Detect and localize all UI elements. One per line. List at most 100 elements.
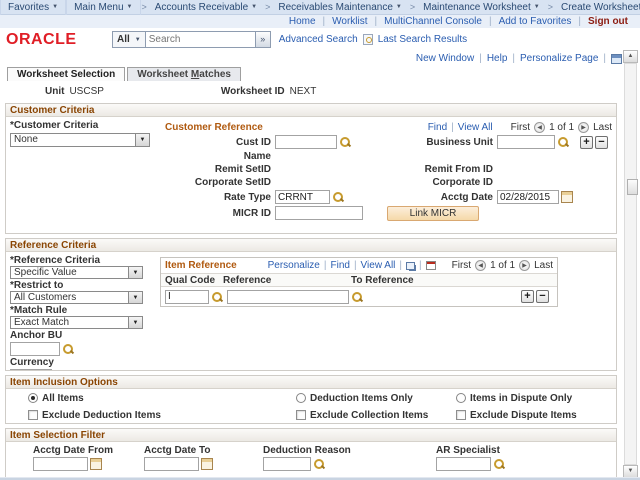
tab-worksheet-selection[interactable]: Worksheet Selection: [7, 67, 125, 81]
checkbox-exclude-dispute-items[interactable]: Exclude Dispute Items: [456, 410, 577, 421]
multichannel-console-link[interactable]: MultiChannel Console: [384, 16, 482, 27]
last-search-results-link[interactable]: Last Search Results: [378, 34, 468, 45]
lookup-icon[interactable]: [211, 291, 223, 303]
lookup-icon[interactable]: [62, 343, 74, 355]
radio-icon[interactable]: [456, 393, 466, 403]
deduction-reason-input[interactable]: [263, 457, 311, 471]
acctg-date-to-input[interactable]: [144, 457, 199, 471]
customer-criteria-label: *Customer Criteria: [10, 120, 98, 131]
restrict-to-select[interactable]: All Customers▼: [10, 291, 143, 304]
radio-selected-icon[interactable]: [28, 393, 38, 403]
checkbox-icon[interactable]: [28, 410, 38, 420]
search-input[interactable]: [146, 31, 256, 48]
search-go-button[interactable]: »: [256, 31, 271, 48]
scrollbar-track[interactable]: [624, 63, 637, 465]
currency-input[interactable]: [10, 369, 52, 371]
add-row-button[interactable]: +: [521, 290, 534, 303]
checkbox-label: Exclude Collection Items: [310, 410, 428, 421]
scrollbar-thumb[interactable]: [627, 179, 638, 195]
chevron-down-icon: ▼: [396, 4, 402, 10]
acctg-date-to-fieldwrap: [144, 457, 263, 471]
last-search-results-icon: [363, 34, 373, 45]
scroll-up-arrow[interactable]: ▲: [623, 50, 638, 63]
ar-specialist-input[interactable]: [436, 457, 491, 471]
add-row-button[interactable]: +: [580, 136, 593, 149]
add-to-favorites-link[interactable]: Add to Favorites: [499, 16, 572, 27]
calendar-icon[interactable]: [201, 458, 213, 470]
delete-row-button[interactable]: −: [595, 136, 608, 149]
help-link[interactable]: Help: [487, 53, 508, 64]
zoom-grid-icon[interactable]: [406, 262, 415, 270]
breadcrumb-separator: >: [141, 2, 148, 12]
previous-row-icon[interactable]: ◀: [534, 122, 545, 133]
calendar-icon[interactable]: [90, 458, 102, 470]
customer-criteria-select[interactable]: None▼: [10, 133, 150, 147]
checkbox-icon[interactable]: [296, 410, 306, 420]
home-link[interactable]: Home: [289, 16, 316, 27]
lookup-icon[interactable]: [557, 136, 569, 148]
new-window-link[interactable]: New Window: [416, 53, 474, 64]
first-label: First: [452, 260, 471, 271]
personalize-page-link[interactable]: Personalize Page: [520, 53, 598, 64]
grid-header: Item Reference Personalize | Find | View…: [161, 258, 557, 273]
acctg-date-input[interactable]: [497, 190, 559, 204]
micr-id-input[interactable]: [275, 206, 363, 220]
divider: |: [323, 16, 326, 27]
anchor-bu-input[interactable]: [10, 342, 60, 356]
to-reference-column-header: To Reference: [351, 275, 553, 286]
find-link[interactable]: Find: [428, 122, 447, 133]
business-unit-input[interactable]: [497, 135, 555, 149]
next-row-icon[interactable]: ▶: [578, 122, 589, 133]
tab-worksheet-matches[interactable]: Worksheet Matches: [127, 67, 241, 81]
crumb-accounts-receivable[interactable]: Accounts Receivable▼: [148, 0, 264, 15]
view-all-link[interactable]: View All: [458, 122, 493, 133]
crumb-maintenance-worksheet[interactable]: Maintenance Worksheet▼: [416, 0, 547, 15]
item-selection-filter-section: Item Selection Filter Acctg Date From Ac…: [5, 428, 617, 480]
radio-icon[interactable]: [296, 393, 306, 403]
find-link[interactable]: Find: [330, 260, 349, 271]
lookup-icon[interactable]: [54, 370, 66, 371]
sign-out-link[interactable]: Sign out: [588, 16, 628, 27]
search-scope-dropdown[interactable]: All▼: [112, 31, 146, 48]
checkbox-exclude-deduction-items[interactable]: Exclude Deduction Items: [28, 410, 296, 421]
lookup-icon[interactable]: [339, 136, 351, 148]
worklist-link[interactable]: Worklist: [332, 16, 367, 27]
acctg-date-from-input[interactable]: [33, 457, 88, 471]
personalize-link[interactable]: Personalize: [268, 260, 320, 271]
advanced-search-link[interactable]: Advanced Search: [279, 34, 358, 45]
http-icon[interactable]: [611, 54, 622, 64]
lookup-icon[interactable]: [313, 458, 325, 470]
lookup-icon[interactable]: [351, 291, 363, 303]
grid-column-headers: Qual Code Reference To Reference: [161, 273, 557, 287]
cust-id-input[interactable]: [275, 135, 337, 149]
calendar-icon[interactable]: [561, 191, 573, 203]
radio-all-items[interactable]: All Items: [28, 393, 296, 404]
download-grid-icon[interactable]: [426, 261, 436, 270]
main-menu[interactable]: Main Menu▼: [66, 0, 140, 15]
vertical-scrollbar[interactable]: ▲ ▼: [623, 50, 638, 478]
next-row-icon[interactable]: ▶: [519, 260, 530, 271]
radio-deduction-items-only[interactable]: Deduction Items Only: [296, 393, 456, 404]
delete-row-button[interactable]: −: [536, 290, 549, 303]
match-rule-select[interactable]: Exact Match▼: [10, 316, 143, 329]
checkbox-icon[interactable]: [456, 410, 466, 420]
previous-row-icon[interactable]: ◀: [475, 260, 486, 271]
reference-input[interactable]: [227, 290, 349, 304]
checkbox-exclude-collection-items[interactable]: Exclude Collection Items: [296, 410, 456, 421]
link-micr-button[interactable]: Link MICR: [387, 206, 479, 221]
favorites-menu[interactable]: Favorites▼: [0, 0, 66, 15]
radio-items-in-dispute-only[interactable]: Items in Dispute Only: [456, 393, 572, 404]
divider: |: [419, 260, 422, 271]
breadcrumb-separator: >: [547, 2, 554, 12]
view-all-link[interactable]: View All: [361, 260, 396, 271]
key-fields-row: Unit USCSP Worksheet ID NEXT: [0, 81, 640, 101]
anchor-bu-label: Anchor BU: [10, 330, 160, 341]
rate-type-input[interactable]: [275, 190, 330, 204]
qual-code-input[interactable]: [165, 290, 209, 304]
crumb-receivables-maintenance[interactable]: Receivables Maintenance▼: [271, 0, 408, 15]
lookup-icon[interactable]: [493, 458, 505, 470]
lookup-icon[interactable]: [332, 191, 344, 203]
divider: |: [324, 260, 327, 271]
reference-criteria-select[interactable]: Specific Value▼: [10, 266, 143, 279]
filter-labels-row1: Acctg Date From Acctg Date To Deduction …: [6, 445, 616, 456]
